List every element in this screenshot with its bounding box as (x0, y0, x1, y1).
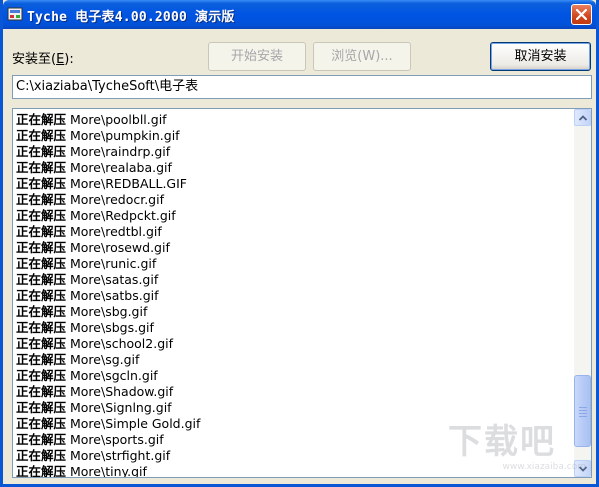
log-line-verb: 正在解压 (16, 240, 67, 255)
log-line-file: More\tiny.gif (70, 464, 147, 478)
log-line-verb: 正在解压 (16, 272, 67, 287)
log-line-file: More\Redpckt.gif (70, 208, 176, 223)
browse-button[interactable]: 浏览(W)... (313, 42, 411, 71)
log-line-verb: 正在解压 (16, 128, 67, 143)
log-line: 正在解压 More\sbg.gif (16, 304, 571, 320)
log-line: 正在解压 More\poolbll.gif (16, 112, 571, 128)
log-line-file: More\sbg.gif (70, 304, 148, 319)
log-line: 正在解压 More\redocr.gif (16, 192, 571, 208)
scroll-thumb[interactable] (574, 374, 591, 447)
scroll-down-button[interactable] (574, 460, 591, 477)
installer-window: Tyche 电子表4.00.2000 演示版 安装至(E): 开始安装 浏览(W… (0, 0, 599, 487)
log-line-verb: 正在解压 (16, 432, 67, 447)
log-lines: 正在解压 More\poolbll.gif 正在解压 More\pumpkin.g… (16, 112, 571, 478)
log-line: 正在解压 More\pumpkin.gif (16, 128, 571, 144)
log-line-file: More\sports.gif (70, 432, 164, 447)
log-line-verb: 正在解压 (16, 416, 67, 431)
log-line-file: More\satbs.gif (70, 288, 159, 303)
log-line: 正在解压 More\school2.gif (16, 336, 571, 352)
cancel-install-button[interactable]: 取消安装 (490, 42, 591, 71)
log-line-verb: 正在解压 (16, 336, 67, 351)
log-line-verb: 正在解压 (16, 448, 67, 463)
log-line-verb: 正在解压 (16, 320, 67, 335)
log-line-verb: 正在解压 (16, 288, 67, 303)
log-line-file: More\raindrp.gif (70, 144, 171, 159)
log-line-verb: 正在解压 (16, 112, 67, 127)
log-line-file: More\sgcln.gif (70, 368, 158, 383)
log-line-verb: 正在解压 (16, 192, 67, 207)
log-line-verb: 正在解压 (16, 400, 67, 415)
log-line-file: More\redtbl.gif (70, 224, 162, 239)
log-line-file: More\pumpkin.gif (70, 128, 180, 143)
log-line-verb: 正在解压 (16, 464, 67, 478)
log-line-verb: 正在解压 (16, 224, 67, 239)
scroll-up-button[interactable] (574, 109, 591, 126)
log-line-file: More\strfight.gif (70, 448, 171, 463)
start-install-button[interactable]: 开始安装 (208, 42, 306, 71)
log-line-file: More\rosewd.gif (70, 240, 170, 255)
log-line: 正在解压 More\satas.gif (16, 272, 571, 288)
log-line-file: More\REDBALL.GIF (70, 176, 187, 191)
log-line: 正在解压 More\sports.gif (16, 432, 571, 448)
window-title: Tyche 电子表4.00.2000 演示版 (27, 10, 235, 25)
log-line-verb: 正在解压 (16, 304, 67, 319)
log-line: 正在解压 More\sbgs.gif (16, 320, 571, 336)
log-line-file: More\realaba.gif (70, 160, 172, 175)
log-line: 正在解压 More\Redpckt.gif (16, 208, 571, 224)
title-bar[interactable]: Tyche 电子表4.00.2000 演示版 (3, 0, 596, 29)
log-line-file: More\Simple Gold.gif (70, 416, 201, 431)
log-line-verb: 正在解压 (16, 160, 67, 175)
log-line: 正在解压 More\runic.gif (16, 256, 571, 272)
log-line-verb: 正在解压 (16, 208, 67, 223)
install-to-label: 安装至(E): (12, 52, 74, 67)
log-line-verb: 正在解压 (16, 384, 67, 399)
log-line-verb: 正在解压 (16, 176, 67, 191)
log-line: 正在解压 More\sgcln.gif (16, 368, 571, 384)
log-line: 正在解压 More\Signlng.gif (16, 400, 571, 416)
log-line: 正在解压 More\tiny.gif (16, 464, 571, 478)
chevron-up-icon (579, 115, 587, 121)
log-line-file: More\poolbll.gif (70, 112, 167, 127)
log-line: 正在解压 More\Simple Gold.gif (16, 416, 571, 432)
log-line: 正在解压 More\REDBALL.GIF (16, 176, 571, 192)
close-icon (576, 9, 587, 20)
close-button[interactable] (571, 4, 592, 25)
log-line-file: More\sg.gif (70, 352, 140, 367)
log-line: 正在解压 More\satbs.gif (16, 288, 571, 304)
log-line: 正在解压 More\raindrp.gif (16, 144, 571, 160)
app-icon (7, 7, 23, 21)
log-line-file: More\runic.gif (70, 256, 157, 271)
log-line-file: More\school2.gif (70, 336, 174, 351)
log-line: 正在解压 More\Shadow.gif (16, 384, 571, 400)
log-line-file: More\sbgs.gif (70, 320, 154, 335)
install-path-field[interactable]: C:\xiaziaba\TycheSoft\电子表 (12, 75, 592, 99)
log-line-verb: 正在解压 (16, 144, 67, 159)
log-line-verb: 正在解压 (16, 256, 67, 271)
log-line: 正在解压 More\sg.gif (16, 352, 571, 368)
log-line: 正在解压 More\strfight.gif (16, 448, 571, 464)
log-line: 正在解压 More\rosewd.gif (16, 240, 571, 256)
log-line-file: More\Shadow.gif (70, 384, 174, 399)
log-line-verb: 正在解压 (16, 352, 67, 367)
log-line: 正在解压 More\realaba.gif (16, 160, 571, 176)
log-line: 正在解压 More\redtbl.gif (16, 224, 571, 240)
extraction-log[interactable]: 正在解压 More\poolbll.gif 正在解压 More\pumpkin.g… (12, 108, 592, 478)
log-line-file: More\redocr.gif (70, 192, 164, 207)
chevron-down-icon (579, 466, 587, 472)
log-line-file: More\Signlng.gif (70, 400, 172, 415)
log-line-file: More\satas.gif (70, 272, 159, 287)
log-line-verb: 正在解压 (16, 368, 67, 383)
log-scrollbar[interactable] (574, 109, 591, 477)
